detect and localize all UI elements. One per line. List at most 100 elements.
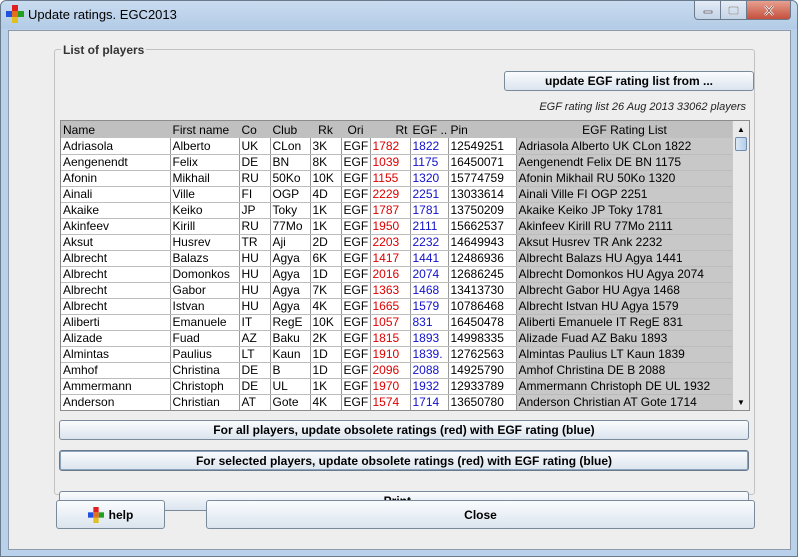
cell-rating[interactable]: 1815 (370, 330, 411, 347)
cell-egf-rating-list[interactable]: Adriasola Alberto UK CLon 1822 (516, 138, 734, 155)
cell-first-name[interactable]: Emanuele (170, 314, 240, 331)
table-row[interactable]: Anderson Christian AT Gote 4K EGF 1574 1714 1365… (61, 394, 734, 410)
cell-egf-rating[interactable]: 1441 (410, 250, 449, 267)
cell-origin[interactable]: EGF (341, 170, 371, 187)
cell-origin[interactable]: EGF (341, 282, 371, 299)
cell-rank[interactable]: 1D (310, 346, 342, 363)
cell-egf-rating[interactable]: 1579 (410, 298, 449, 315)
table-row[interactable]: Albrecht Istvan HU Agya 4K EGF 1665 1579 1078646… (61, 298, 734, 315)
cell-pin[interactable]: 14649943 (448, 234, 517, 251)
cell-origin[interactable]: EGF (341, 346, 371, 363)
cell-first-name[interactable]: Gabor (170, 282, 240, 299)
cell-egf-rating-list[interactable]: Aliberti Emanuele IT RegE 831 (516, 314, 734, 331)
cell-egf-rating[interactable]: 2251 (410, 186, 449, 203)
cell-egf-rating[interactable]: 1175 (410, 154, 449, 171)
cell-origin[interactable]: EGF (341, 186, 371, 203)
table-row[interactable]: Amhof Christina DE B 1D EGF 2096 2088 14925790 Am… (61, 362, 734, 379)
close-button[interactable]: Close (206, 500, 755, 529)
cell-country[interactable]: DE (239, 378, 271, 395)
cell-rating[interactable]: 1782 (370, 138, 411, 155)
column-header[interactable]: Ori (341, 121, 371, 138)
cell-club[interactable]: Kaun (270, 346, 311, 363)
cell-rank[interactable]: 1D (310, 362, 342, 379)
minimize-button[interactable] (694, 1, 721, 20)
cell-origin[interactable]: EGF (341, 362, 371, 379)
cell-name[interactable]: Amhof (61, 362, 171, 379)
cell-origin[interactable]: EGF (341, 250, 371, 267)
table-row[interactable]: Albrecht Balazs HU Agya 6K EGF 1417 1441 1248693… (61, 250, 734, 267)
cell-egf-rating[interactable]: 2232 (410, 234, 449, 251)
cell-club[interactable]: Agya (270, 266, 311, 283)
cell-name[interactable]: Ammermann (61, 378, 171, 395)
cell-country[interactable]: AZ (239, 330, 271, 347)
vertical-scrollbar[interactable]: ▲ ▼ (732, 121, 749, 410)
help-button[interactable]: help (56, 500, 165, 529)
cell-first-name[interactable]: Fuad (170, 330, 240, 347)
column-header[interactable]: Co (239, 121, 271, 138)
cell-origin[interactable]: EGF (341, 154, 371, 171)
scroll-up-icon[interactable]: ▲ (734, 122, 748, 136)
cell-club[interactable]: RegE (270, 314, 311, 331)
cell-egf-rating[interactable]: 1839. (410, 346, 449, 363)
cell-club[interactable]: CLon (270, 138, 311, 155)
cell-name[interactable]: Akaike (61, 202, 171, 219)
cell-first-name[interactable]: Ville (170, 186, 240, 203)
cell-rank[interactable]: 8K (310, 154, 342, 171)
cell-rank[interactable]: 4D (310, 186, 342, 203)
cell-first-name[interactable]: Christina (170, 362, 240, 379)
cell-name[interactable]: Albrecht (61, 266, 171, 283)
cell-country[interactable]: TR (239, 234, 271, 251)
cell-country[interactable]: JP (239, 202, 271, 219)
cell-rank[interactable]: 7K (310, 282, 342, 299)
cell-rating[interactable]: 1665 (370, 298, 411, 315)
cell-rating[interactable]: 1574 (370, 394, 411, 410)
cell-club[interactable]: UL (270, 378, 311, 395)
scroll-thumb[interactable] (735, 137, 747, 151)
cell-pin[interactable]: 13413730 (448, 282, 517, 299)
cell-pin[interactable]: 13033614 (448, 186, 517, 203)
cell-egf-rating[interactable]: 1822 (410, 138, 449, 155)
cell-first-name[interactable]: Christian (170, 394, 240, 410)
cell-name[interactable]: Ainali (61, 186, 171, 203)
cell-rank[interactable]: 10K (310, 314, 342, 331)
cell-pin[interactable]: 10786468 (448, 298, 517, 315)
cell-country[interactable]: FI (239, 186, 271, 203)
table-row[interactable]: Akaike Keiko JP Toky 1K EGF 1787 1781 13750209 Ak… (61, 202, 734, 219)
cell-country[interactable]: HU (239, 250, 271, 267)
cell-club[interactable]: 77Mo (270, 218, 311, 235)
cell-egf-rating-list[interactable]: Almintas Paulius LT Kaun 1839 (516, 346, 734, 363)
cell-rank[interactable]: 2D (310, 234, 342, 251)
cell-egf-rating-list[interactable]: Albrecht Istvan HU Agya 1579 (516, 298, 734, 315)
cell-egf-rating[interactable]: 1468 (410, 282, 449, 299)
cell-country[interactable]: HU (239, 298, 271, 315)
cell-club[interactable]: Agya (270, 282, 311, 299)
cell-country[interactable]: RU (239, 218, 271, 235)
cell-name[interactable]: Albrecht (61, 298, 171, 315)
cell-rating[interactable]: 1039 (370, 154, 411, 171)
cell-country[interactable]: AT (239, 394, 271, 410)
cell-first-name[interactable]: Mikhail (170, 170, 240, 187)
cell-name[interactable]: Afonin (61, 170, 171, 187)
table-row[interactable]: Aengenendt Felix DE BN 8K EGF 1039 1175 16450071… (61, 154, 734, 171)
cell-name[interactable]: Adriasola (61, 138, 171, 155)
cell-country[interactable]: HU (239, 266, 271, 283)
cell-name[interactable]: Alizade (61, 330, 171, 347)
cell-name[interactable]: Almintas (61, 346, 171, 363)
cell-pin[interactable]: 16450071 (448, 154, 517, 171)
cell-rank[interactable]: 6K (310, 250, 342, 267)
cell-pin[interactable]: 12933789 (448, 378, 517, 395)
cell-first-name[interactable]: Kirill (170, 218, 240, 235)
cell-first-name[interactable]: Istvan (170, 298, 240, 315)
cell-pin[interactable]: 12549251 (448, 138, 517, 155)
cell-name[interactable]: Aengenendt (61, 154, 171, 171)
cell-pin[interactable]: 15774759 (448, 170, 517, 187)
cell-rank[interactable]: 4K (310, 394, 342, 410)
cell-origin[interactable]: EGF (341, 138, 371, 155)
cell-origin[interactable]: EGF (341, 234, 371, 251)
cell-egf-rating[interactable]: 1781 (410, 202, 449, 219)
table-row[interactable]: Almintas Paulius LT Kaun 1D EGF 1910 1839. 12762… (61, 346, 734, 363)
cell-name[interactable]: Aksut (61, 234, 171, 251)
cell-club[interactable]: Aji (270, 234, 311, 251)
table-row[interactable]: Ammermann Christoph DE UL 1K EGF 1970 1932 12933… (61, 378, 734, 395)
cell-name[interactable]: Albrecht (61, 282, 171, 299)
